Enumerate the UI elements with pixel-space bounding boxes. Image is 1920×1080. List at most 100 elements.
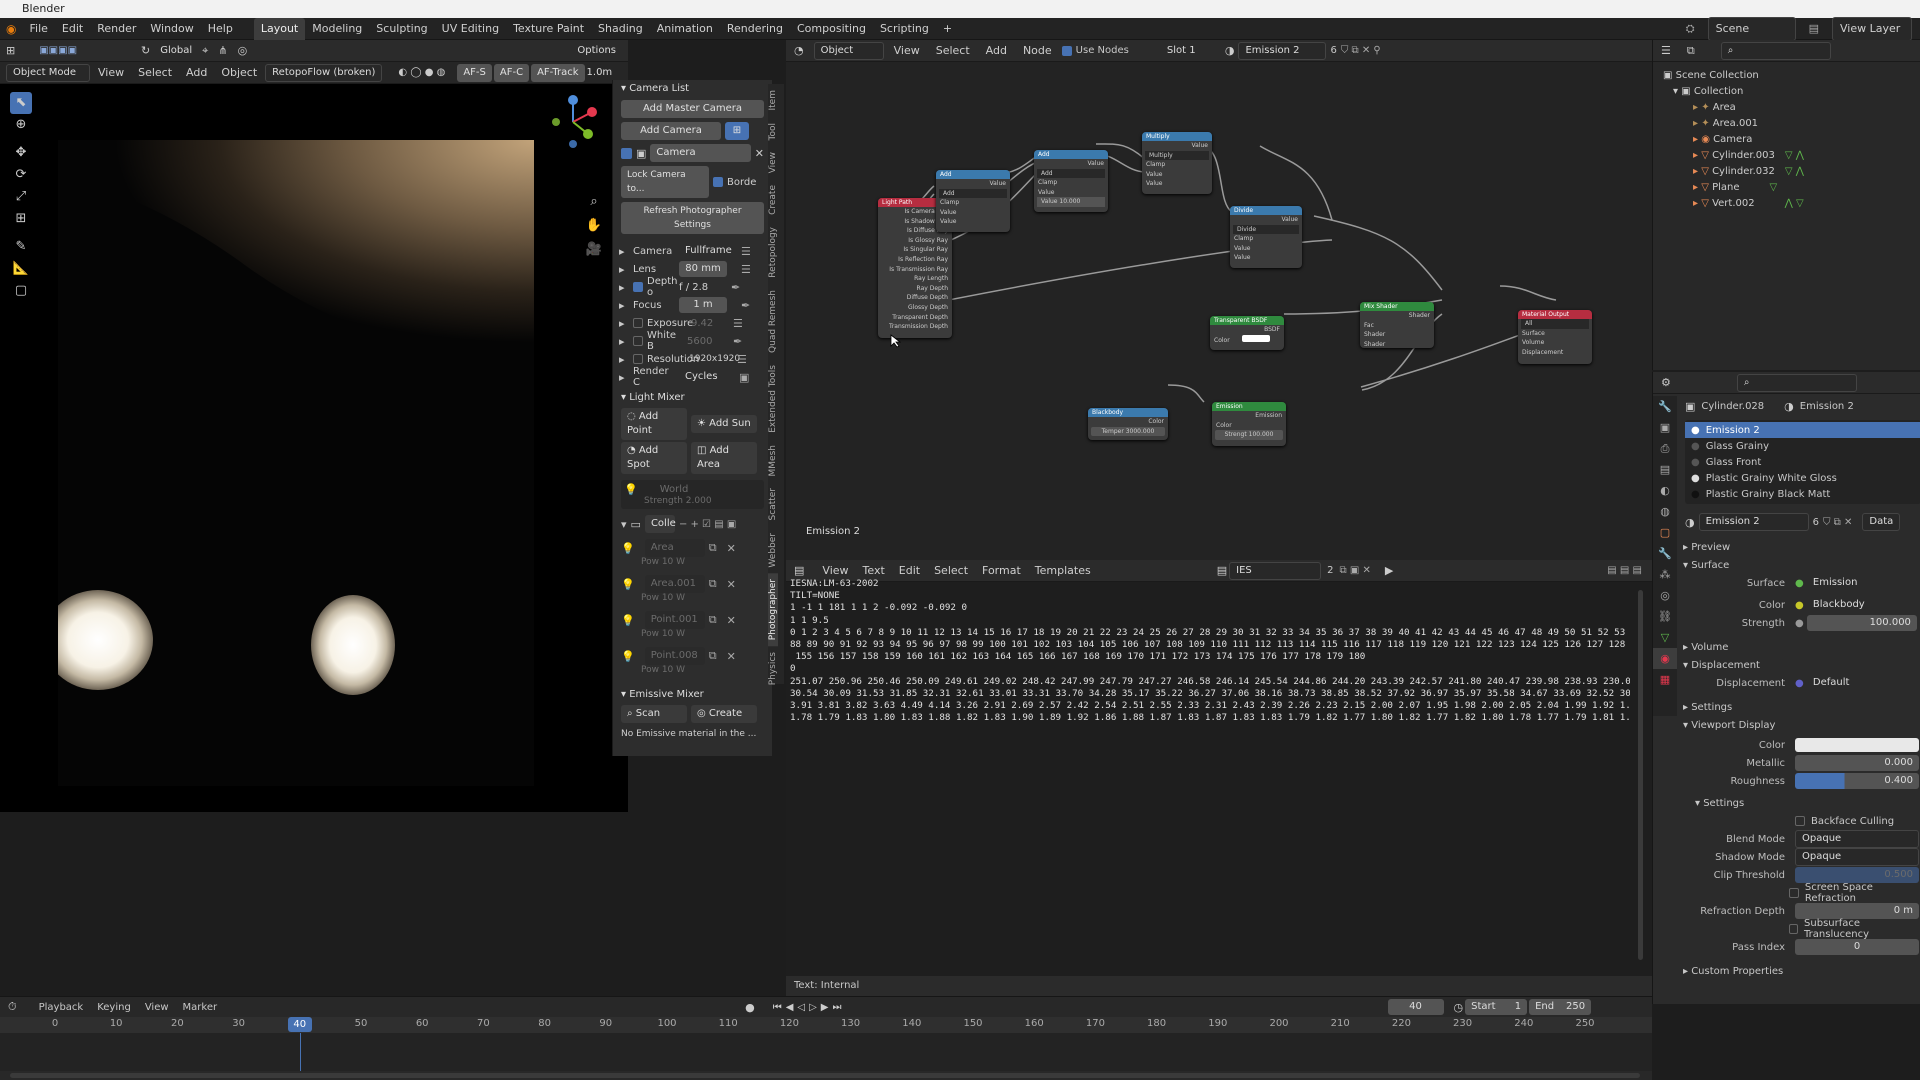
tab-sculpting[interactable]: Sculpting <box>369 18 434 40</box>
outliner-item-area[interactable]: ▸ ✦ Area <box>1653 100 1920 116</box>
render-row[interactable]: ▸ Render C Cycles ▣ <box>613 366 772 388</box>
vtab-scatter[interactable]: Scatter <box>768 482 778 526</box>
editor-type-icon[interactable]: ⚙ <box>1661 376 1671 389</box>
mode-selector[interactable]: Object Mode <box>6 63 90 82</box>
output-tab-icon[interactable]: ⎙ <box>1653 438 1677 459</box>
timeline-menu-view[interactable]: View <box>139 1002 175 1013</box>
collapse-icon[interactable]: ▾ <box>621 518 627 531</box>
outliner-item-cylinder-032[interactable]: ▸ ▽ Cylinder.032 ▽ ⋀ <box>1653 164 1920 180</box>
outliner-search-icon[interactable]: ⌕ <box>1720 41 1831 60</box>
border-checkbox[interactable] <box>713 177 723 187</box>
texture-tab-icon[interactable]: ▦ <box>1653 669 1677 690</box>
editor-type-icon[interactable]: ⏱ <box>8 1000 17 1014</box>
eyedropper-icon[interactable]: ✒ <box>733 335 742 348</box>
tab-rendering[interactable]: Rendering <box>720 18 790 40</box>
material-action-icons[interactable]: ⛉ ⧉ ✕ <box>1823 517 1852 528</box>
render-engine-value[interactable]: Cycles <box>679 369 727 385</box>
exposure-row[interactable]: ▸ Exposure 9.42 ☰ <box>613 314 772 332</box>
viewport-area[interactable]: ⊞ ▣▣▣▣ ↻ Global ⌖ ⋔ ◎ Options Object Mod… <box>0 40 628 812</box>
light-power[interactable]: Pow 10 W <box>621 593 764 603</box>
copy-icon[interactable]: ⧉ <box>709 541 717 555</box>
vtab-mmesh[interactable]: MMesh <box>768 439 778 482</box>
collection-row[interactable]: ▾ ▣ Collection <box>1653 84 1920 100</box>
world-tab-icon[interactable]: ◍ <box>1653 501 1677 522</box>
use-nodes-checkbox[interactable] <box>1061 45 1072 56</box>
color-input-value[interactable]: Blackbody <box>1807 597 1917 613</box>
menu-file[interactable]: File <box>22 18 54 40</box>
clock-icon[interactable]: ◷ <box>1454 1001 1464 1014</box>
lock-camera-button[interactable]: Lock Camera to... <box>621 166 709 198</box>
node-menu-view[interactable]: View <box>888 40 926 62</box>
tab-uv-editing[interactable]: UV Editing <box>435 18 506 40</box>
camera-list-panel-header[interactable]: ▾ Camera List <box>613 80 772 96</box>
annotate-tool-icon[interactable]: ✎ <box>10 236 32 258</box>
data-tab-icon[interactable]: ▽ <box>1653 627 1677 648</box>
blender-logo-icon[interactable]: ◉ <box>0 18 22 40</box>
transform-orientation[interactable]: Global <box>154 43 198 59</box>
camera-row[interactable]: ▸ Camera Fullframe ☰ <box>613 242 772 260</box>
select-mode-icons[interactable]: ▣▣▣▣ <box>39 45 77 56</box>
timeline[interactable]: ⏱ Playback Keying View Marker ● ⏮◀◁▷▶⏭ 4… <box>0 996 1652 1080</box>
blend-mode-dropdown[interactable]: Opaque <box>1795 830 1919 848</box>
text-users[interactable]: 2 <box>1327 565 1333 576</box>
create-button[interactable]: ◎ Create <box>691 705 757 723</box>
custom-properties-header[interactable]: ▸ Custom Properties <box>1683 962 1920 980</box>
operation-dropdown[interactable]: Multiply <box>1145 150 1209 161</box>
particles-tab-icon[interactable]: ⁂ <box>1653 564 1677 585</box>
operation-dropdown[interactable]: Add <box>1037 168 1105 179</box>
vtab-item[interactable]: Item <box>768 84 778 117</box>
material-slot-item[interactable]: ● Emission 2 <box>1685 422 1920 438</box>
tab-scripting[interactable]: Scripting <box>873 18 936 40</box>
scale-tool-icon[interactable]: ⤢ <box>10 186 32 208</box>
emissive-mixer-header[interactable]: ▾ Emissive Mixer <box>613 685 772 703</box>
display-mode-icon[interactable]: ⧉ <box>1687 44 1695 58</box>
preview-panel-header[interactable]: ▸ Preview <box>1683 538 1920 556</box>
run-script-icon[interactable]: ▶ <box>1385 564 1393 577</box>
clip-threshold-field[interactable]: 0.500 <box>1795 867 1919 883</box>
node-menu-node[interactable]: Node <box>1017 40 1058 62</box>
display-options-icons[interactable]: ▤ ▤ ▤ <box>1607 565 1642 576</box>
operation-dropdown[interactable]: Divide <box>1233 224 1299 235</box>
world-strength[interactable]: Strength 2.000 <box>624 496 761 506</box>
camera-filter-icon[interactable]: ⊞ <box>725 122 749 140</box>
material-datablock-field[interactable]: Emission 2 <box>1698 513 1809 531</box>
eyedropper-icon[interactable]: ✒ <box>741 299 750 312</box>
light-bulb-icon[interactable]: 💡 <box>621 650 635 663</box>
camera-sensor-value[interactable]: Fullframe <box>679 243 737 259</box>
surface-shader-value[interactable]: Emission <box>1807 575 1917 591</box>
transparent-bsdf-node[interactable]: Transparent BSDF BSDF Color <box>1210 316 1284 350</box>
add-cube-tool-icon[interactable]: ▢ <box>10 280 32 302</box>
delete-icon[interactable]: ✕ <box>727 542 736 555</box>
measure-tool-icon[interactable]: 📐 <box>10 258 32 280</box>
scene-collection-row[interactable]: ▣ Scene Collection <box>1653 68 1920 84</box>
camera-name[interactable]: Camera <box>650 144 751 162</box>
options-dropdown[interactable]: Options <box>571 43 622 59</box>
focus-row[interactable]: ▸ Focus 1 m ✒ <box>613 296 772 314</box>
exposure-value[interactable]: 9.42 <box>691 318 721 329</box>
value-field[interactable]: Value 10.000 <box>1037 197 1105 207</box>
surface-panel-header[interactable]: ▾ Surface <box>1683 556 1920 574</box>
collection-name[interactable]: Colle <box>644 515 676 533</box>
vtab-tool[interactable]: Tool <box>768 117 778 146</box>
vtab-physics[interactable]: Physics <box>768 646 778 691</box>
vtab-extended-tools[interactable]: Extended Tools <box>768 359 778 439</box>
clamp-option[interactable]: Clamp <box>936 198 1010 208</box>
move-tool-icon[interactable]: ✥ <box>10 142 32 164</box>
end-frame-field[interactable]: End 250 <box>1529 999 1592 1015</box>
copy-icon[interactable]: ⧉ <box>709 649 717 663</box>
close-icon[interactable]: ✕ <box>755 147 764 160</box>
light-name[interactable]: Point.001 <box>644 611 705 629</box>
emission-node[interactable]: Emission Emission Color Strengt 100.000 <box>1212 402 1286 446</box>
properties-search-icon[interactable]: ⌕ <box>1736 373 1857 392</box>
delete-icon[interactable]: ✕ <box>727 650 736 663</box>
sss-checkbox[interactable] <box>1788 924 1799 934</box>
shadow-mode-dropdown[interactable]: Opaque <box>1795 848 1919 866</box>
outliner[interactable]: ☰ ⧉ ⌕ ▣ Scene Collection ▾ ▣ Collection … <box>1652 40 1920 370</box>
tab-compositing[interactable]: Compositing <box>790 18 873 40</box>
add-master-camera-button[interactable]: Add Master Camera <box>621 100 764 118</box>
focus-value[interactable]: 1 m <box>679 297 727 313</box>
outliner-item-vert-002[interactable]: ▸ ▽ Vert.002 ⋀ ▽ <box>1653 196 1920 212</box>
camera-checkbox[interactable] <box>621 147 632 159</box>
multiply-node[interactable]: Multiply Value Multiply Clamp Value Valu… <box>1142 132 1212 194</box>
cursor-tool-icon[interactable]: ⊕ <box>10 114 32 136</box>
